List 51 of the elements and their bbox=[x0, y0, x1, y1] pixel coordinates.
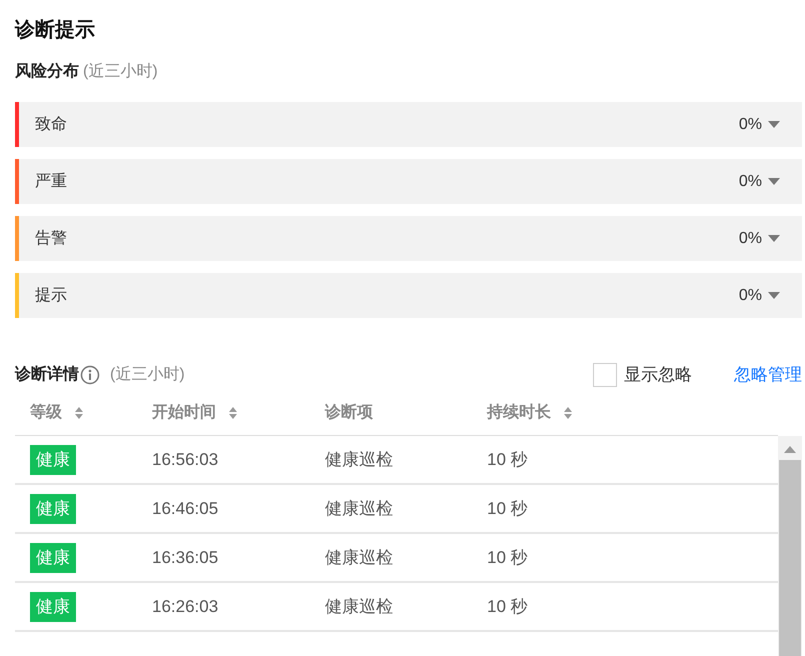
status-badge: 健康 bbox=[30, 444, 76, 474]
table-cell: 16:26:03 bbox=[152, 596, 218, 616]
caret-icon[interactable] bbox=[768, 121, 780, 128]
table-cell: 10 秒 bbox=[487, 498, 528, 518]
table-cell: 16:36:05 bbox=[152, 548, 218, 566]
status-badge: 健康 bbox=[30, 592, 76, 622]
sort-icon[interactable] bbox=[563, 406, 573, 420]
caret-icon[interactable] bbox=[768, 292, 780, 299]
column-header: 诊断项 bbox=[325, 402, 373, 422]
table-cell: 10 秒 bbox=[487, 596, 528, 616]
section-title: 诊断详情 bbox=[15, 364, 79, 385]
scroll-up-icon[interactable] bbox=[784, 446, 796, 453]
table-cell: 健康巡检 bbox=[325, 548, 393, 566]
risk-row[interactable]: 告警 0% bbox=[15, 216, 802, 261]
status-badge: 健康 bbox=[30, 542, 76, 572]
risk-label: 致命 bbox=[35, 114, 67, 134]
risk-row[interactable]: 提示 0% bbox=[15, 273, 802, 318]
column-header: 开始时间 bbox=[152, 402, 216, 422]
period-text: (近三小时) bbox=[83, 62, 158, 82]
risk-row[interactable]: 严重 0% bbox=[15, 159, 802, 204]
checkbox-label: 显示忽略 bbox=[624, 364, 692, 386]
table-cell: 16:46:05 bbox=[152, 498, 218, 518]
caret-icon[interactable] bbox=[768, 178, 780, 185]
risk-row[interactable]: 致命 0% bbox=[15, 102, 802, 147]
info-icon[interactable] bbox=[80, 365, 100, 385]
table-cell: 健康巡检 bbox=[325, 450, 393, 468]
table-cell: 健康巡检 bbox=[325, 596, 393, 616]
scrollbar[interactable] bbox=[778, 436, 802, 656]
risk-label: 告警 bbox=[35, 228, 67, 248]
risk-value: 0% bbox=[738, 172, 762, 192]
risk-label: 提示 bbox=[35, 286, 67, 306]
period-text: (近三小时) bbox=[110, 364, 185, 385]
sort-icon[interactable] bbox=[74, 406, 84, 420]
table-cell: 16:56:03 bbox=[152, 450, 218, 468]
risk-value: 0% bbox=[738, 228, 762, 248]
table-cell: 健康巡检 bbox=[325, 498, 393, 518]
section-title: 风险分布 bbox=[15, 62, 79, 82]
caret-icon[interactable] bbox=[768, 235, 780, 242]
column-header: 持续时长 bbox=[487, 402, 551, 422]
status-badge: 健康 bbox=[30, 494, 76, 524]
scroll-thumb[interactable] bbox=[779, 460, 801, 656]
page-title: 诊断提示 bbox=[15, 18, 96, 43]
manage-link[interactable]: 忽略管理 bbox=[734, 362, 802, 388]
checkbox[interactable] bbox=[593, 363, 617, 387]
risk-value: 0% bbox=[738, 286, 762, 306]
sort-icon[interactable] bbox=[228, 406, 238, 420]
risk-value: 0% bbox=[738, 114, 762, 134]
table-cell: 10 秒 bbox=[487, 548, 528, 566]
column-header: 等级 bbox=[30, 402, 62, 422]
risk-label: 严重 bbox=[35, 172, 67, 192]
table-cell: 10 秒 bbox=[487, 450, 528, 468]
